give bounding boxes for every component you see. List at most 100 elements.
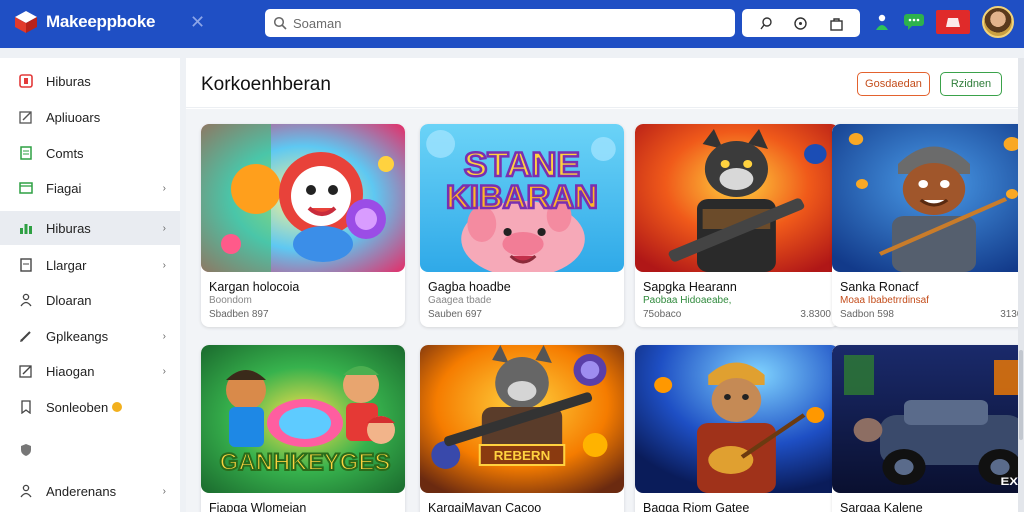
game-title: Bagga Riom Gatee [643,501,750,512]
chevron-right-icon: › [162,365,166,377]
sidebar-item-gplkeangs[interactable]: Gplkeangs › [0,319,180,353]
quick-actions [742,9,860,37]
user-icon[interactable] [870,10,894,34]
sidebar: Hiburas Apliuoars Comts Fiagai › Hiburas… [0,58,180,512]
scrollbar-track[interactable] [1018,58,1024,512]
sidebar-item-label: Hiaogan [46,363,95,379]
game-subtitle: Moaa Ibabetrrdinsaf [840,295,929,306]
game-card[interactable]: Kargan holocoia Boondom Sbadben 897 [201,124,405,327]
sidebar-item-sonleoben[interactable]: Sonleoben [0,390,180,424]
sidebar-item-hiburas[interactable]: Hiburas [0,64,180,98]
person-icon [18,292,34,308]
notification-icon[interactable] [936,10,970,34]
edit-icon [18,363,34,379]
bag-icon[interactable] [827,14,845,32]
game-meta: Sadbon 598 [840,309,894,320]
sidebar-item-fiagai[interactable]: Fiagai › [0,171,180,205]
game-thumbnail[interactable]: EXO [832,345,1024,493]
page-title: Korkoenhberan [201,74,331,95]
chevron-right-icon: › [162,330,166,342]
art-title: GANHKEYGES [220,449,391,476]
edit-icon [18,109,34,125]
sidebar-item-label: Fiagai [46,180,82,196]
game-title: Sargaa Kalene [840,501,923,512]
chevron-right-icon: › [162,182,166,194]
sidebar-item-hiburas-active[interactable]: Hiburas › [0,211,180,245]
game-card[interactable]: STANE KIBARAN Gagba hoadbe Gaagea tbade … [420,124,624,327]
bookmark-icon [18,399,34,415]
close-icon[interactable]: ✕ [190,12,205,33]
sidebar-item-label: Llargar [46,257,87,273]
game-thumbnail[interactable]: STANE KIBARAN [420,124,624,272]
game-title: Gagba hoadbe [428,280,511,294]
game-title: Sapgka Hearann [643,280,737,294]
game-title: Fiapga Wlomeian [209,501,307,512]
avatar[interactable] [982,6,1014,38]
art-title-line-2: KIBARAN [446,179,598,214]
person-icon [18,483,34,499]
window-icon [18,180,34,196]
search-bar[interactable] [265,9,735,37]
game-card[interactable]: Sanka Ronacf Moaa Ibabetrrdinsaf Sadbon … [832,124,1024,327]
pencil-icon [18,328,34,344]
sidebar-item-anderenans[interactable]: Anderenans › [0,474,180,508]
page-icon [18,257,34,273]
game-meta: Sbadben 897 [209,309,269,320]
primary-action-button[interactable]: Gosdaedan [857,72,930,96]
game-price: 3.8300 [800,309,831,320]
sidebar-item-label: Gplkeangs [46,328,109,344]
sidebar-item-llargar[interactable]: Llargar › [0,248,180,282]
sidebar-item-dloaran[interactable]: Dloaran [0,283,180,317]
badge-icon [112,402,123,412]
game-title: Kargan holocoia [209,280,300,294]
game-thumbnail[interactable] [832,124,1024,272]
app-logo[interactable]: Makeeppboke [14,10,155,34]
sidebar-item-label: Apliuoars [46,109,101,125]
sidebar-item-hiaogan[interactable]: Hiaogan › [0,354,180,388]
shield-icon [18,442,34,458]
bar-chart-icon [18,220,34,236]
game-card[interactable]: Bagga Riom Gatee [635,345,839,512]
game-thumbnail[interactable]: GANHKEYGES [201,345,405,493]
chevron-right-icon: › [162,222,166,234]
game-card[interactable]: EXO Sargaa Kalene [832,345,1024,512]
game-thumbnail[interactable]: REBERN [420,345,624,493]
chevron-right-icon: › [162,485,166,497]
chat-icon[interactable] [902,10,926,34]
main-header: Korkoenhberan Gosdaedan Rzidnen [186,58,1018,108]
game-card[interactable]: Sapgka Hearann Paobaa Hidoaeabe, 75obaco… [635,124,839,327]
secondary-action-button[interactable]: Rzidnen [940,72,1002,96]
pin-icon[interactable] [757,14,775,32]
sidebar-item-comts[interactable]: Comts [0,136,180,170]
search-input[interactable] [293,15,713,31]
game-title: Sanka Ronacf [840,280,919,294]
chevron-right-icon: › [162,259,166,271]
hub-icon [18,73,34,89]
game-title: KargaiMavan Cacoo [428,501,542,512]
game-meta: 75obaco [643,309,682,320]
game-meta: Sauben 697 [428,309,482,320]
art-title-line-1: STANE [464,146,580,183]
game-card[interactable]: REBERN KargaiMavan Cacoo [420,345,624,512]
sidebar-item-label: Sonleoben [46,399,109,415]
sidebar-item-apliuoars[interactable]: Apliuoars [0,100,180,134]
app-name: Makeeppboke [46,12,156,31]
game-card[interactable]: GANHKEYGES Fiapga Wlomeian [201,345,405,512]
document-icon [18,145,34,161]
sidebar-item-label: Anderenans [46,483,117,499]
game-thumbnail[interactable] [635,345,839,493]
refresh-icon[interactable] [792,14,810,32]
scrollbar-thumb[interactable] [1019,350,1023,440]
game-thumbnail[interactable] [201,124,405,272]
top-bar: Makeeppboke ✕ [0,0,1024,48]
main-panel: Korkoenhberan Gosdaedan Rzidnen Kargan h… [186,58,1024,512]
game-subtitle: Boondom [209,295,252,306]
sidebar-item-shield[interactable] [0,433,180,467]
game-subtitle: Paobaa Hidoaeabe, [643,295,732,306]
sidebar-item-label: Comts [46,145,84,161]
cube-logo-icon [15,11,37,33]
game-thumbnail[interactable] [635,124,839,272]
search-icon [273,16,287,30]
sidebar-item-label: Hiburas [46,220,91,236]
art-title: REBERN [494,448,551,463]
